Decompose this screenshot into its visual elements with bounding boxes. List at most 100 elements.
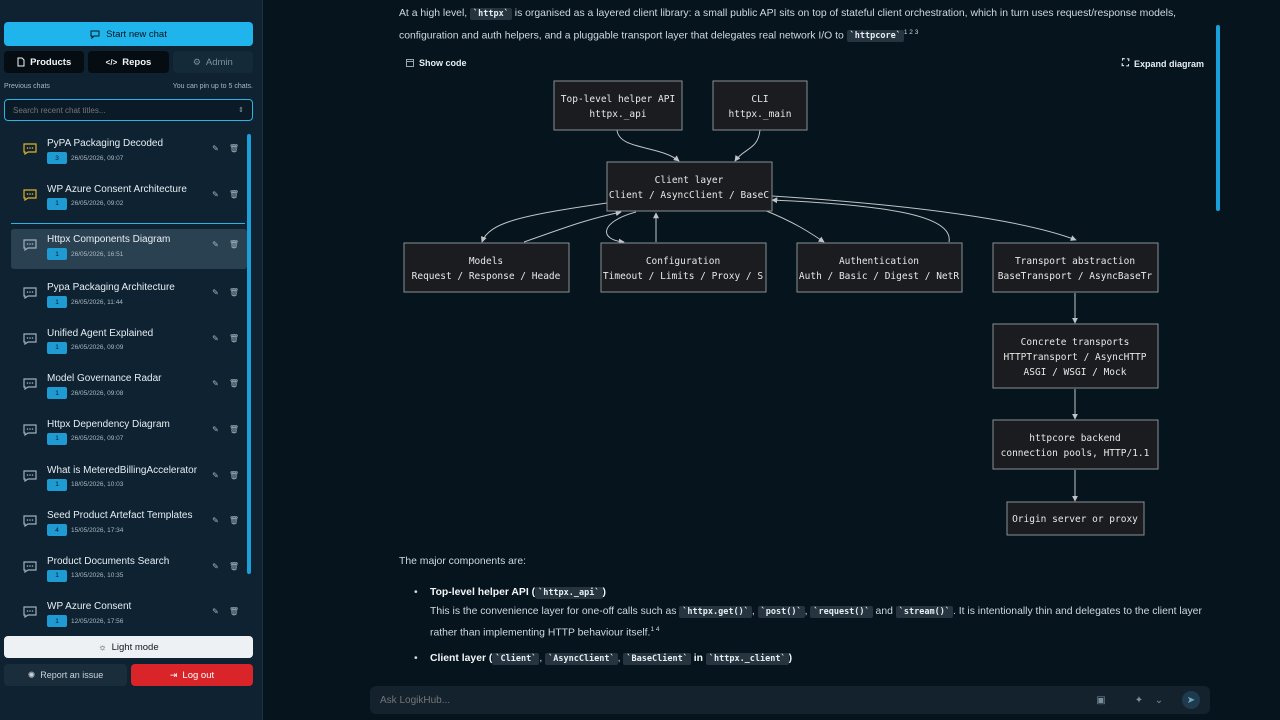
chat-item-date: 26/05/2026, 09:08	[71, 389, 124, 397]
chat-list-item[interactable]: PyPA Packaging Decoded 3 26/05/2026, 09:07…	[11, 130, 247, 176]
chat-item-title: Product Documents Search	[47, 555, 170, 567]
bullet1-code-post: `post()`	[757, 605, 805, 618]
pencil-icon[interactable]: ✎	[212, 379, 219, 388]
chat-item-actions: ✎ 🗑	[212, 607, 239, 616]
chat-list-item[interactable]: What is MeteredBillingAccelerator 1 18/05/…	[11, 457, 247, 503]
tab-repos[interactable]: </> Repos	[88, 51, 169, 73]
pencil-icon[interactable]: ✎	[212, 144, 219, 153]
node-cli-module: httpx._main	[729, 109, 792, 120]
main-scrollbar[interactable]	[1216, 25, 1220, 211]
trash-icon[interactable]: 🗑	[229, 425, 239, 434]
pencil-icon[interactable]: ✎	[212, 562, 219, 571]
node-auth-title: Authentication	[839, 256, 919, 267]
chat-item-date: 26/05/2026, 09:07	[71, 435, 124, 443]
chat-icon	[90, 30, 100, 39]
chat-item-title: Httpx Components Diagram	[47, 234, 171, 246]
chat-item-title: Model Governance Radar	[47, 373, 162, 385]
bullet1-text-a: This is the convenience layer for one-of…	[430, 605, 680, 617]
light-mode-button[interactable]: ☼ Light mode	[4, 636, 253, 658]
major-components-heading: The major components are:	[399, 556, 527, 567]
node-httpcore-backend: httpcore backend connection pools, HTTP/…	[992, 419, 1159, 470]
node-helper-api-title: Top-level helper API	[561, 94, 675, 105]
chevron-down-icon[interactable]: ⌄	[1150, 691, 1168, 709]
bullet2-in: in	[690, 652, 706, 664]
chat-list-item[interactable]: Httpx Components Diagram 1 26/05/2026, 16:…	[11, 229, 247, 270]
chat-item-date: 26/05/2026, 11:44	[71, 298, 123, 306]
trash-icon[interactable]: 🗑	[229, 240, 239, 249]
node-concrete-transports: Concrete transports HTTPTransport / Asyn…	[992, 323, 1159, 389]
tab-admin[interactable]: ⚙ Admin	[172, 51, 253, 73]
chat-list-item[interactable]: Pypa Packaging Architecture 1 26/05/2026, …	[11, 274, 247, 320]
chat-item-date: 26/05/2026, 09:09	[71, 344, 124, 352]
chat-list-item[interactable]: Seed Product Artefact Templates 4 15/05/20…	[11, 502, 247, 548]
chat-item-meta: 1 26/05/2026, 16:51	[47, 248, 212, 261]
pencil-icon[interactable]: ✎	[212, 471, 219, 480]
node-client-layer: Client layer Client / AsyncClient / Base…	[606, 161, 773, 212]
chat-list-item[interactable]: Model Governance Radar 1 26/05/2026, 09:08…	[11, 365, 247, 411]
node-transport-abstraction: Transport abstraction BaseTransport / As…	[992, 242, 1159, 293]
chat-item-meta: 1 18/05/2026, 10:03	[47, 478, 212, 491]
edge-client-models	[480, 202, 608, 243]
bullet2-code-baseclient: `BaseClient`	[623, 652, 691, 665]
node-models-classes: Request / Response / Heade	[412, 271, 561, 282]
start-new-chat-button[interactable]: Start new chat	[4, 22, 253, 46]
send-icon[interactable]: ➤	[1182, 691, 1200, 709]
message-count-badge: 1	[47, 387, 67, 400]
bullet1-close: )	[602, 587, 606, 598]
pencil-icon[interactable]: ✎	[212, 425, 219, 434]
chat-list-item[interactable]: Httpx Dependency Diagram 1 26/05/2026, 09:…	[11, 411, 247, 457]
chat-list-item[interactable]: WP Azure Consent 1 12/05/2026, 17:56 ✎ 🗑	[11, 593, 247, 630]
trash-icon[interactable]: 🗑	[229, 562, 239, 571]
log-out-button[interactable]: ⇥ Log out	[131, 664, 253, 686]
attach-icon[interactable]: ▣	[1092, 691, 1110, 709]
chat-composer: ▣ ✦ ⌄ ➤	[370, 686, 1210, 714]
trash-icon[interactable]: 🗑	[229, 190, 239, 199]
chat-list-item[interactable]: Product Documents Search 1 13/05/2026, 10:…	[11, 548, 247, 594]
pencil-icon[interactable]: ✎	[212, 334, 219, 343]
tools-icon[interactable]: ✦	[1130, 691, 1148, 709]
trash-icon[interactable]: 🗑	[229, 379, 239, 388]
edge-models-client	[523, 210, 622, 243]
pencil-icon[interactable]: ✎	[212, 607, 219, 616]
trash-icon[interactable]: 🗑	[229, 471, 239, 480]
pencil-icon[interactable]: ✎	[212, 190, 219, 199]
report-issue-button[interactable]: ✺ Report an issue	[4, 664, 127, 686]
chat-bubble-icon	[23, 469, 37, 482]
trash-icon[interactable]: 🗑	[229, 288, 239, 297]
chat-list-scrollbar[interactable]	[247, 134, 251, 574]
trash-icon[interactable]: 🗑	[229, 144, 239, 153]
pencil-icon[interactable]: ✎	[212, 288, 219, 297]
gear-icon: ⚙	[192, 56, 201, 67]
pencil-icon[interactable]: ✎	[212, 516, 219, 525]
chat-item-date: 13/05/2026, 10:35	[71, 572, 124, 580]
trash-icon[interactable]: 🗑	[229, 607, 239, 616]
chat-item-meta: 1 13/05/2026, 10:35	[47, 569, 212, 582]
composer-input[interactable]	[380, 694, 1084, 706]
chat-item-meta: 4 15/05/2026, 17:34	[47, 524, 212, 537]
sort-icon[interactable]: ⇕	[238, 106, 244, 114]
chat-bubble-icon	[23, 424, 37, 436]
chat-list-item[interactable]: WP Azure Consent Architecture 1 26/05/2026…	[11, 176, 247, 222]
chat-item-text: Product Documents Search 1 13/05/2026, 10:…	[47, 556, 212, 582]
message-count-badge: 1	[47, 569, 67, 582]
trash-icon[interactable]: 🗑	[229, 334, 239, 343]
chat-item-meta: 1 26/05/2026, 09:07	[47, 432, 212, 445]
chat-item-title: Seed Product Artefact Templates	[47, 510, 193, 522]
pencil-icon[interactable]: ✎	[212, 240, 219, 249]
chat-item-actions: ✎ 🗑	[212, 379, 239, 388]
bullet2-title: Client layer (	[430, 652, 493, 664]
trash-icon[interactable]: 🗑	[229, 516, 239, 525]
chat-search-input[interactable]	[13, 105, 233, 115]
message-count-badge: 1	[47, 478, 67, 491]
node-config-classes: Timeout / Limits / Proxy / S	[603, 271, 763, 282]
report-issue-label: Report an issue	[40, 670, 104, 680]
chat-list: PyPA Packaging Decoded 3 26/05/2026, 09:07…	[11, 130, 247, 630]
chat-item-date: 26/05/2026, 09:07	[71, 154, 124, 162]
node-client-classes: Client / AsyncClient / BaseC	[609, 190, 769, 201]
bullet2-close: )	[788, 652, 793, 664]
chat-list-item[interactable]: Unified Agent Explained 1 26/05/2026, 09:0…	[11, 320, 247, 366]
tab-products[interactable]: Products	[4, 51, 85, 73]
chat-item-meta: 1 26/05/2026, 09:08	[47, 387, 212, 400]
bullet1-citations[interactable]: 1 4	[650, 626, 659, 633]
chat-item-text: PyPA Packaging Decoded 3 26/05/2026, 09:07	[47, 138, 212, 164]
